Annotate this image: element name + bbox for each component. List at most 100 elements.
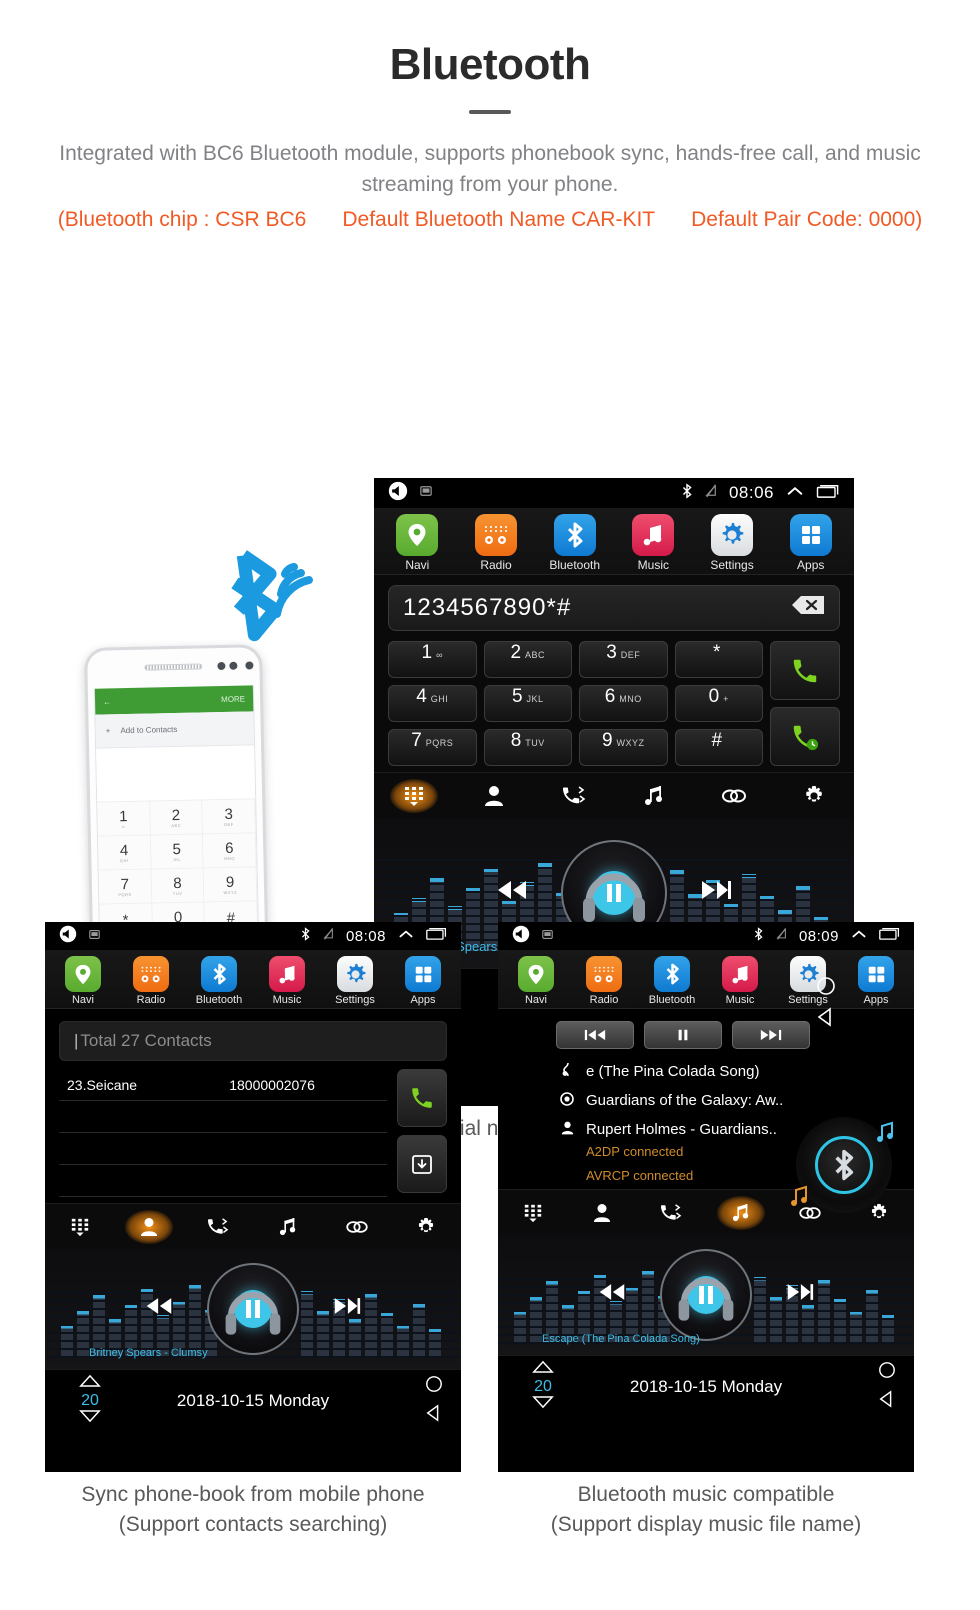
nav-item-navi[interactable]: Navi (378, 514, 457, 572)
speaker-icon[interactable] (59, 925, 77, 948)
tab-pair[interactable] (710, 779, 758, 813)
nav-item-navi[interactable]: Navi (502, 956, 570, 1006)
dial-key[interactable]: 2 ABC (483, 641, 572, 678)
dial-key[interactable]: * (674, 641, 763, 678)
nav-item-settings[interactable]: Settings (693, 514, 772, 572)
nav-item-settings[interactable]: Settings (321, 956, 389, 1006)
dial-number-input[interactable]: 1234567890*# (388, 585, 840, 631)
chevron-up-icon[interactable] (398, 927, 414, 945)
home-circle-icon[interactable] (816, 976, 836, 1001)
tab-settings[interactable] (790, 779, 838, 813)
tab-call-history[interactable] (647, 1196, 695, 1230)
phone-key[interactable]: 2 ABC (149, 800, 204, 836)
next-track-icon[interactable] (784, 1282, 816, 1309)
phone-more-label[interactable]: MORE (221, 694, 245, 704)
dial-key[interactable]: 4 GHI (388, 685, 477, 722)
volume-down-icon[interactable] (516, 1395, 570, 1414)
home-circle-icon[interactable] (878, 1361, 896, 1384)
phone-add-to-contacts-row[interactable]: + Add to Contacts (95, 711, 255, 749)
back-triangle-icon[interactable] (878, 1389, 896, 1413)
phone-key[interactable]: 8 TUV (151, 868, 205, 904)
phone-key[interactable]: 6 MNO (203, 833, 257, 869)
nav-item-apps[interactable]: Apps (389, 956, 457, 1006)
dial-key[interactable]: 8 TUV (483, 729, 572, 766)
table-row[interactable] (59, 1133, 387, 1165)
tab-contacts[interactable] (124, 1209, 173, 1244)
tab-contacts[interactable] (578, 1196, 626, 1230)
key-sub: MNO (224, 855, 236, 861)
nav-item-bluetooth[interactable]: Bluetooth (638, 956, 706, 1006)
tab-dialpad[interactable] (390, 778, 438, 813)
back-triangle-icon[interactable] (816, 1006, 836, 1032)
phone-key[interactable]: 9 WXYZ (203, 867, 258, 903)
phone-key[interactable]: 7 PQRS (98, 869, 153, 905)
dial-call-button[interactable] (397, 1069, 447, 1127)
dial-key[interactable]: 6 MNO (579, 685, 668, 722)
tab-dialpad[interactable] (509, 1196, 557, 1230)
nav-item-bluetooth[interactable]: Bluetooth (185, 956, 253, 1006)
dial-key[interactable]: 5 JKL (483, 685, 572, 722)
next-button[interactable] (732, 1021, 810, 1049)
redial-button[interactable] (770, 707, 840, 766)
call-button[interactable] (770, 641, 840, 700)
dial-key[interactable]: 1 ∞ (388, 641, 477, 678)
tab-bt-music[interactable] (630, 779, 678, 813)
nav-item-radio[interactable]: Radio (117, 956, 185, 1006)
nav-item-bluetooth[interactable]: Bluetooth (535, 514, 614, 572)
phone-appbar: ← MORE (94, 685, 254, 715)
tab-pair[interactable] (333, 1210, 381, 1244)
download-contacts-button[interactable] (397, 1135, 447, 1193)
dial-key[interactable]: 9 WXYZ (579, 729, 668, 766)
nav-item-apps[interactable]: Apps (842, 956, 910, 1006)
table-row[interactable] (59, 1165, 387, 1197)
nav-item-radio[interactable]: Radio (570, 956, 638, 1006)
back-triangle-icon[interactable] (425, 1403, 443, 1427)
home-circle-icon[interactable] (425, 1375, 443, 1398)
volume-down-icon[interactable] (63, 1409, 117, 1428)
dial-key[interactable]: # (674, 729, 763, 766)
volume-up-icon[interactable] (516, 1360, 570, 1378)
speaker-icon[interactable] (512, 925, 530, 948)
volume-up-icon[interactable] (63, 1374, 117, 1392)
previous-track-icon[interactable] (494, 878, 530, 908)
recents-icon[interactable] (816, 484, 840, 503)
dial-key[interactable]: 0 + (674, 685, 763, 722)
nav-item-radio[interactable]: Radio (457, 514, 536, 572)
phone-key[interactable]: 3 DEF (202, 799, 256, 835)
previous-track-icon[interactable] (143, 1296, 175, 1323)
pause-button[interactable] (644, 1021, 722, 1049)
tab-bt-music[interactable] (716, 1195, 765, 1230)
chevron-up-icon[interactable] (786, 484, 804, 503)
back-arrow-icon[interactable]: ← (103, 697, 111, 706)
key-num: 8 (510, 730, 522, 751)
tab-dialpad[interactable] (56, 1210, 104, 1244)
recents-icon[interactable] (879, 927, 900, 945)
speaker-icon[interactable] (388, 481, 408, 506)
tab-contacts[interactable] (470, 779, 518, 813)
chevron-up-icon[interactable] (851, 927, 867, 945)
dial-key[interactable]: 3 DEF (579, 641, 668, 678)
tab-call-history[interactable] (550, 779, 598, 813)
next-track-icon[interactable] (698, 878, 734, 908)
tab-call-history[interactable] (194, 1210, 242, 1244)
phone-key[interactable]: 5 JKL (150, 834, 204, 870)
nav-item-navi[interactable]: Navi (49, 956, 117, 1006)
backspace-icon[interactable] (791, 594, 825, 622)
table-row[interactable]: 23.Seicane 18000002076 (59, 1069, 387, 1101)
nav-item-music[interactable]: Music (706, 956, 774, 1006)
next-track-icon[interactable] (331, 1296, 363, 1323)
previous-track-icon[interactable] (596, 1282, 628, 1309)
nav-item-apps[interactable]: Apps (771, 514, 850, 572)
previous-button[interactable] (556, 1021, 634, 1049)
nav-item-music[interactable]: Music (253, 956, 321, 1006)
table-row[interactable] (59, 1101, 387, 1133)
bluetooth-icon (681, 482, 693, 504)
phone-key[interactable]: 1 ∞ (97, 801, 151, 837)
tab-bt-music[interactable] (264, 1210, 312, 1244)
nav-item-music[interactable]: Music (614, 514, 693, 572)
contacts-search-input[interactable]: | Total 27 Contacts (59, 1021, 447, 1061)
phone-key[interactable]: 4 GHI (97, 835, 152, 871)
tab-settings[interactable] (402, 1210, 450, 1244)
dial-key[interactable]: 7 PQRS (388, 729, 477, 766)
recents-icon[interactable] (426, 927, 447, 945)
